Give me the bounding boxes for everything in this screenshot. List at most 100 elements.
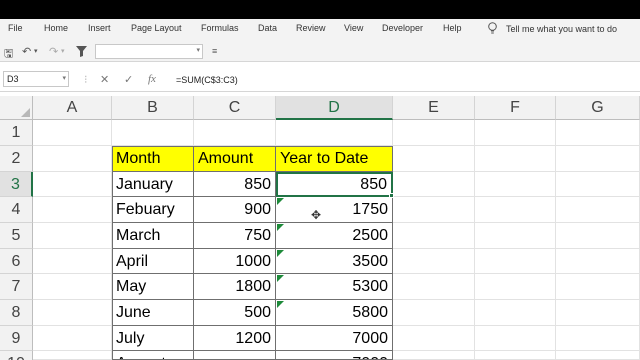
cell-f10[interactable] [475, 351, 556, 360]
amount-cell[interactable]: 1800 [194, 274, 276, 300]
ytd-cell[interactable]: 2500 [276, 223, 393, 249]
cell-g7[interactable] [556, 274, 640, 300]
cell-f6[interactable] [475, 249, 556, 274]
ytd-cell[interactable]: 3500 [276, 249, 393, 274]
font-dropdown[interactable]: ▾ [95, 44, 203, 59]
cell-g1[interactable] [556, 120, 640, 146]
cell-g8[interactable] [556, 300, 640, 326]
row-header-3[interactable]: 3 [0, 172, 33, 197]
redo-dropdown-icon[interactable]: ▾ [61, 47, 65, 55]
cell-f4[interactable] [475, 197, 556, 223]
tab-page-layout[interactable]: Page Layout [131, 23, 182, 33]
ytd-cell-active[interactable]: 850 [276, 172, 393, 197]
row-header-5[interactable]: 5 [0, 223, 33, 249]
cell-a5[interactable] [33, 223, 112, 249]
cell-a3[interactable] [33, 172, 112, 197]
column-header-b[interactable]: B [112, 96, 194, 120]
error-indicator-icon[interactable] [277, 250, 284, 257]
redo-icon[interactable]: ↷ [49, 45, 58, 58]
header-amount[interactable]: Amount [194, 146, 276, 172]
ytd-cell[interactable]: 5800 [276, 300, 393, 326]
row-header-4[interactable]: 4 [0, 197, 33, 223]
month-cell[interactable]: March [112, 223, 194, 249]
ytd-cell[interactable]: 1750 [276, 197, 393, 223]
amount-cell[interactable]: 750 [194, 223, 276, 249]
cancel-icon[interactable]: ✕ [100, 73, 109, 86]
select-all-button[interactable] [0, 96, 33, 120]
row-header-6[interactable]: 6 [0, 249, 33, 274]
error-indicator-icon[interactable] [277, 198, 284, 205]
cell-e4[interactable] [393, 197, 475, 223]
amount-cell[interactable]: 900 [194, 197, 276, 223]
amount-cell[interactable]: 1200 [194, 326, 276, 351]
cell-g6[interactable] [556, 249, 640, 274]
undo-dropdown-icon[interactable]: ▾ [34, 47, 38, 55]
row-header-1[interactable]: 1 [0, 120, 33, 146]
cell-a6[interactable] [33, 249, 112, 274]
cell-a2[interactable] [33, 146, 112, 172]
amount-cell[interactable]: 500 [194, 300, 276, 326]
header-year-to-date[interactable]: Year to Date [276, 146, 393, 172]
cell-a8[interactable] [33, 300, 112, 326]
tab-help[interactable]: Help [443, 23, 462, 33]
cell-c1[interactable] [194, 120, 276, 146]
ytd-cell[interactable]: 7000 [276, 351, 393, 360]
cell-g3[interactable] [556, 172, 640, 197]
error-indicator-icon[interactable] [277, 275, 284, 282]
header-month[interactable]: Month [112, 146, 194, 172]
filter-icon[interactable] [76, 46, 87, 57]
cell-a9[interactable] [33, 326, 112, 351]
amount-cell[interactable] [194, 351, 276, 360]
tab-data[interactable]: Data [258, 23, 277, 33]
ytd-cell[interactable]: 5300 [276, 274, 393, 300]
tab-file[interactable]: File [8, 23, 23, 33]
cell-g2[interactable] [556, 146, 640, 172]
tab-review[interactable]: Review [296, 23, 326, 33]
month-cell[interactable]: April [112, 249, 194, 274]
tab-formulas[interactable]: Formulas [201, 23, 239, 33]
error-indicator-icon[interactable] [277, 301, 284, 308]
cell-e6[interactable] [393, 249, 475, 274]
cell-f1[interactable] [475, 120, 556, 146]
column-header-f[interactable]: F [475, 96, 556, 120]
month-cell[interactable]: June [112, 300, 194, 326]
column-header-c[interactable]: C [194, 96, 276, 120]
cell-b1[interactable] [112, 120, 194, 146]
name-box[interactable]: D3 ▾ [3, 71, 69, 87]
cell-f5[interactable] [475, 223, 556, 249]
column-header-e[interactable]: E [393, 96, 475, 120]
cell-f7[interactable] [475, 274, 556, 300]
cell-e9[interactable] [393, 326, 475, 351]
formula-input[interactable]: =SUM(C$3:C3) [176, 75, 238, 85]
column-header-g[interactable]: G [556, 96, 640, 120]
cell-f9[interactable] [475, 326, 556, 351]
cell-f2[interactable] [475, 146, 556, 172]
cell-e8[interactable] [393, 300, 475, 326]
undo-icon[interactable]: ↶ [22, 45, 31, 58]
cell-e3[interactable] [393, 172, 475, 197]
row-header-10[interactable]: 10 [0, 351, 33, 360]
column-header-a[interactable]: A [33, 96, 112, 120]
customize-toolbar-icon[interactable]: ≡ [212, 46, 217, 56]
row-header-9[interactable]: 9 [0, 326, 33, 351]
enter-icon[interactable]: ✓ [124, 73, 133, 86]
amount-cell[interactable]: 850 [194, 172, 276, 197]
ytd-cell[interactable]: 7000 [276, 326, 393, 351]
cell-e10[interactable] [393, 351, 475, 360]
month-cell[interactable]: Febuary [112, 197, 194, 223]
error-indicator-icon[interactable] [277, 224, 284, 231]
cell-f3[interactable] [475, 172, 556, 197]
month-cell[interactable]: May [112, 274, 194, 300]
cell-a10[interactable] [33, 351, 112, 360]
cell-a4[interactable] [33, 197, 112, 223]
cell-g10[interactable] [556, 351, 640, 360]
row-header-7[interactable]: 7 [0, 274, 33, 300]
cell-f8[interactable] [475, 300, 556, 326]
cell-g9[interactable] [556, 326, 640, 351]
amount-cell[interactable]: 1000 [194, 249, 276, 274]
month-cell[interactable]: July [112, 326, 194, 351]
tab-home[interactable]: Home [44, 23, 68, 33]
cell-e5[interactable] [393, 223, 475, 249]
tab-insert[interactable]: Insert [88, 23, 111, 33]
tell-me-box[interactable]: Tell me what you want to do [487, 22, 617, 35]
